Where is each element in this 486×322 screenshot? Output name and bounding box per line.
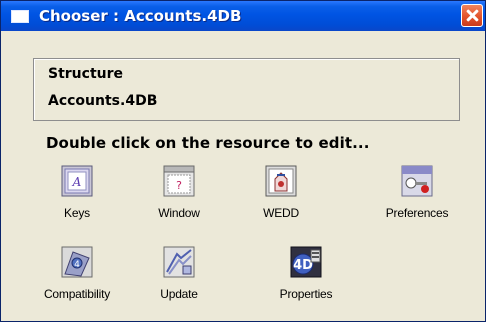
resource-window[interactable]: ? Window bbox=[129, 165, 229, 227]
window-icon bbox=[11, 10, 29, 23]
window-title: Chooser : Accounts.4DB bbox=[39, 7, 242, 25]
resource-label: Properties bbox=[279, 287, 333, 301]
resource-properties[interactable]: 4D Properties bbox=[256, 246, 356, 308]
structure-info-box: Structure Accounts.4DB bbox=[33, 58, 460, 121]
wedd-icon bbox=[265, 165, 297, 197]
update-icon bbox=[163, 246, 195, 278]
compatibility-icon: 4 bbox=[61, 246, 93, 278]
properties-icon: 4D bbox=[290, 246, 322, 278]
resource-label: Window bbox=[158, 206, 200, 220]
title-bar[interactable]: Chooser : Accounts.4DB bbox=[1, 1, 485, 31]
svg-text:?: ? bbox=[176, 179, 182, 192]
window-form-icon: ? bbox=[163, 165, 195, 197]
svg-text:4: 4 bbox=[74, 260, 80, 270]
resource-preferences[interactable]: Preferences bbox=[367, 165, 467, 227]
info-label: Structure bbox=[48, 66, 124, 82]
svg-text:4D: 4D bbox=[293, 258, 313, 273]
keys-icon: A bbox=[61, 165, 93, 197]
resource-label: Compatibility bbox=[43, 287, 111, 301]
info-file-name: Accounts.4DB bbox=[48, 93, 158, 109]
resource-compatibility[interactable]: 4 Compatibility bbox=[27, 246, 127, 308]
close-button[interactable] bbox=[461, 4, 483, 27]
resource-label: Update bbox=[160, 287, 198, 301]
svg-text:A: A bbox=[72, 175, 82, 189]
chooser-window: Chooser : Accounts.4DB Structure Account… bbox=[0, 0, 486, 322]
resource-wedd[interactable]: WEDD bbox=[231, 165, 331, 227]
resource-label: Keys bbox=[64, 206, 90, 220]
resource-keys[interactable]: A Keys bbox=[27, 165, 127, 227]
instruction-text: Double click on the resource to edit... bbox=[46, 134, 370, 152]
preferences-icon bbox=[401, 165, 433, 197]
resource-update[interactable]: Update bbox=[129, 246, 229, 308]
resource-label: WEDD bbox=[263, 206, 299, 220]
resource-label: Preferences bbox=[385, 206, 449, 220]
